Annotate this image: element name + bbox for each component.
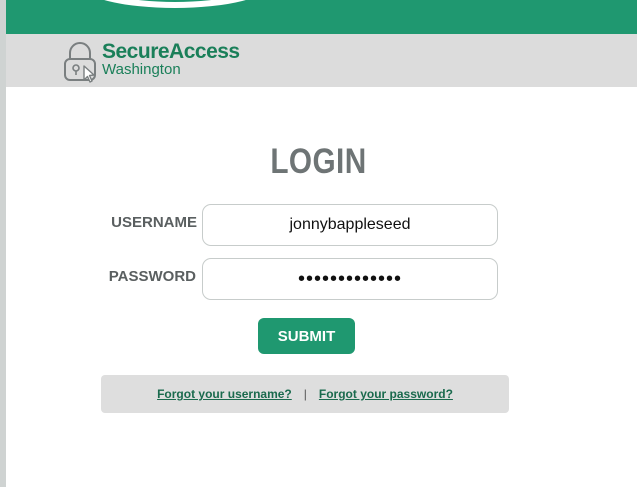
brand-subtitle: Washington	[102, 61, 181, 78]
password-field[interactable]	[202, 258, 498, 300]
top-banner	[6, 0, 637, 34]
login-page: SecureAccess Washington LOGIN USERNAME P…	[0, 0, 637, 487]
forgot-username-link[interactable]: Forgot your username?	[157, 387, 292, 401]
brand-title: SecureAccess	[102, 40, 240, 63]
site-header: SecureAccess Washington	[6, 34, 637, 87]
username-label: USERNAME	[111, 214, 197, 231]
padlock-cursor-icon	[64, 42, 96, 83]
secureaccess-logo[interactable]: SecureAccess Washington	[58, 39, 240, 83]
link-separator: |	[303, 387, 307, 401]
page-title: LOGIN	[270, 142, 367, 181]
username-field[interactable]	[202, 204, 498, 246]
forgot-links-bar: Forgot your username? | Forgot your pass…	[101, 375, 509, 413]
submit-button[interactable]: SUBMIT	[258, 318, 355, 354]
forgot-password-link[interactable]: Forgot your password?	[319, 387, 453, 401]
password-label: PASSWORD	[108, 268, 196, 285]
